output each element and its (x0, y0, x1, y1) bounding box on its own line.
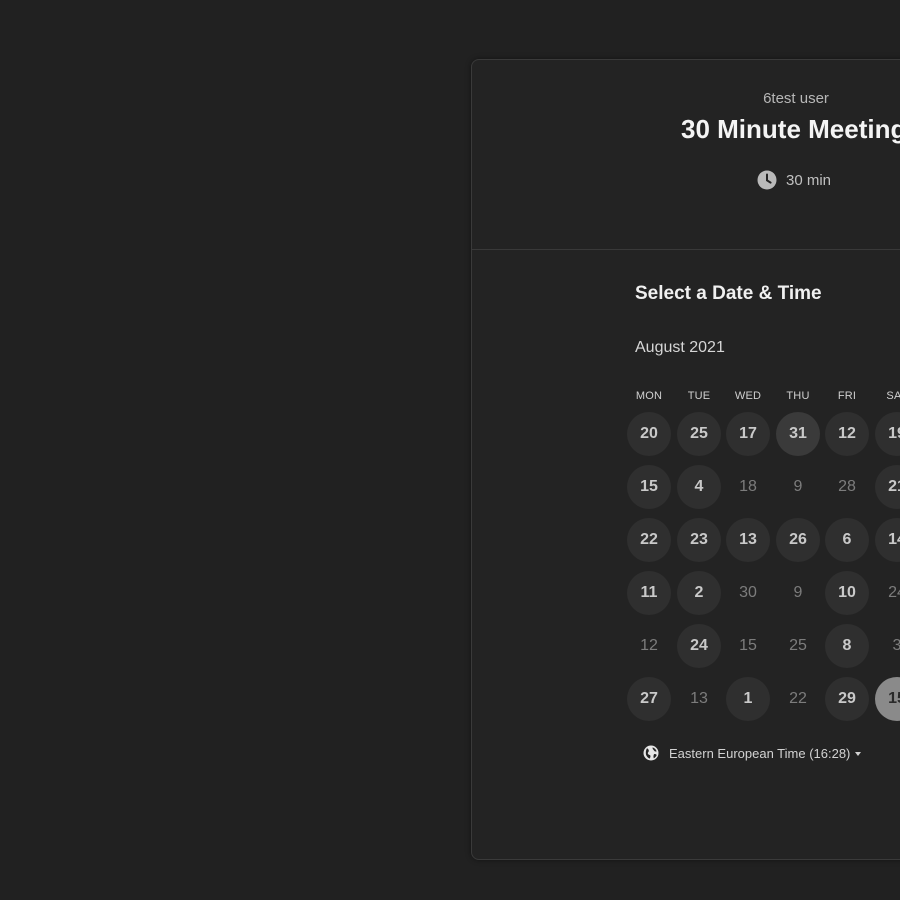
calendar-day[interactable]: 4 (677, 465, 721, 509)
calendar-day[interactable]: 8 (825, 624, 869, 668)
calendar-day[interactable]: 27 (627, 677, 671, 721)
timezone-label: Eastern European Time (16:28) (669, 745, 851, 761)
clock-icon (757, 170, 777, 190)
weekday-sat: SAT (886, 390, 900, 402)
calendar-day[interactable]: 13 (726, 518, 770, 562)
calendar-day: 9 (793, 584, 803, 601)
calendar-day[interactable]: 22 (627, 518, 671, 562)
calendar-day: 15 (739, 637, 757, 654)
booking-card: 6test user 30 Minute Meeting 30 min Sele… (471, 59, 900, 860)
calendar-day[interactable]: 12 (825, 412, 869, 456)
calendar-day[interactable]: 29 (825, 677, 869, 721)
calendar-day[interactable]: 15 (627, 465, 671, 509)
calendar-day: 12 (640, 637, 658, 654)
calendar-day: 22 (789, 690, 807, 707)
calendar-day: 25 (789, 637, 807, 654)
calendar-day[interactable]: 14 (875, 518, 900, 562)
calendar-day[interactable]: 1 (726, 677, 770, 721)
calendar-day[interactable]: 23 (677, 518, 721, 562)
calendar-day: 30 (739, 584, 757, 601)
calendar-day: 18 (739, 478, 757, 495)
month-label: August 2021 (635, 339, 725, 356)
calendar-day[interactable]: 26 (776, 518, 820, 562)
host-name-text: 6test user (763, 90, 829, 107)
caret-down-icon (855, 752, 862, 756)
calendar-day[interactable]: 2 (677, 571, 721, 615)
section-title: Select a Date & Time (635, 283, 822, 304)
booking-page: 6test user 30 Minute Meeting 30 min Sele… (0, 0, 900, 900)
calendar-day: 28 (838, 478, 856, 495)
calendar-day: 9 (793, 478, 803, 495)
duration-label: 30 min (786, 171, 832, 189)
event-title-text: 30 Minute Meeting (681, 114, 900, 144)
calendar-day[interactable]: 24 (677, 624, 721, 668)
timezone-selector[interactable]: Eastern European Time (16:28) (643, 745, 862, 761)
calendar-day[interactable]: 6 (825, 518, 869, 562)
weekday-fri: FRI (837, 390, 857, 402)
calendar-day[interactable]: 11 (627, 571, 671, 615)
event-title: 30 Minute Meeting (681, 114, 900, 145)
weekday-tue: TUE (687, 390, 711, 402)
globe-icon (643, 745, 659, 761)
weekday-thu: THU (786, 390, 810, 402)
calendar-day: 13 (690, 690, 708, 707)
calendar-day-selected[interactable]: 15 (875, 677, 900, 721)
calendar-day: 24 (888, 584, 900, 601)
calendar-day[interactable]: 19 (875, 412, 900, 456)
weekday-mon: MON (635, 390, 663, 402)
calendar-day[interactable]: 10 (825, 571, 869, 615)
calendar-day[interactable]: 20 (627, 412, 671, 456)
calendar-day[interactable]: 17 (726, 412, 770, 456)
event-duration: 30 min (757, 170, 831, 190)
event-header: 6test user 30 Minute Meeting 30 min (472, 60, 900, 250)
calendar-day[interactable]: 25 (677, 412, 721, 456)
calendar-day[interactable]: 31 (776, 412, 820, 456)
calendar-day[interactable]: 21 (875, 465, 900, 509)
weekday-wed: WED (734, 390, 762, 402)
calendar-day: 3 (892, 637, 900, 654)
